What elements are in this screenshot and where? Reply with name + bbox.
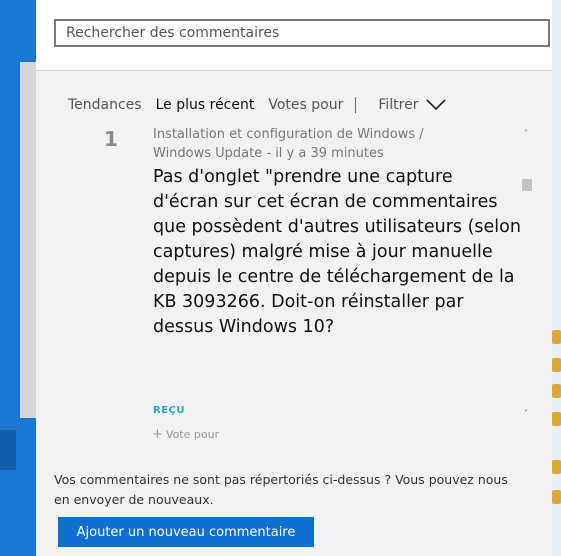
feedback-item[interactable]: 1 Installation et configuration de Windo…	[36, 121, 536, 442]
desktop-icon	[552, 412, 561, 426]
feedback-category: Installation et configuration de Windows…	[153, 125, 523, 163]
category-timestamp: Windows Update - il y a 39 minutes	[153, 146, 384, 161]
plus-icon: +	[152, 427, 163, 442]
search-area	[36, 0, 552, 71]
feedback-content: Tendances Le plus récent Votes pour Filt…	[36, 71, 552, 556]
sort-tabs: Tendances Le plus récent Votes pour Filt…	[68, 95, 447, 115]
search-input[interactable]	[54, 19, 550, 47]
tab-trending[interactable]: Tendances	[68, 97, 142, 113]
scroll-down-icon[interactable]: ˅	[520, 409, 532, 421]
feedback-panel: Tendances Le plus récent Votes pour Filt…	[36, 0, 552, 556]
upvote-label: Vote pour	[165, 428, 220, 441]
vote-count: 1	[104, 127, 118, 151]
tab-recent[interactable]: Le plus récent	[156, 97, 255, 113]
footer-message: Vos commentaires ne sont pas répertoriés…	[54, 472, 508, 507]
chevron-down-icon[interactable]	[426, 99, 447, 111]
feedback-title[interactable]: Pas d'onglet "prendre une capture d'écra…	[153, 165, 523, 340]
add-feedback-button[interactable]: Ajouter un nouveau commentaire	[58, 517, 314, 547]
scroll-thumb[interactable]	[522, 179, 532, 191]
window-edge	[20, 62, 36, 418]
desktop-icon	[552, 358, 561, 372]
scrollbar[interactable]: ˄ ˅	[520, 129, 532, 421]
desktop-right-edge	[551, 0, 561, 556]
desktop-icon	[552, 384, 561, 398]
desktop-icon	[552, 330, 561, 344]
filter-button[interactable]: Filtrer	[378, 97, 418, 113]
upvote-button[interactable]: + Vote pour	[152, 427, 219, 442]
desktop-icon	[552, 490, 561, 504]
scroll-up-icon[interactable]: ˄	[520, 129, 532, 141]
tab-upvotes[interactable]: Votes pour	[268, 97, 343, 113]
category-line: Installation et configuration de Windows…	[153, 127, 424, 142]
status-badge: REÇU	[153, 405, 185, 416]
tab-divider	[355, 97, 357, 113]
desktop-icon	[552, 460, 561, 474]
desktop-background-shadow	[0, 430, 16, 470]
